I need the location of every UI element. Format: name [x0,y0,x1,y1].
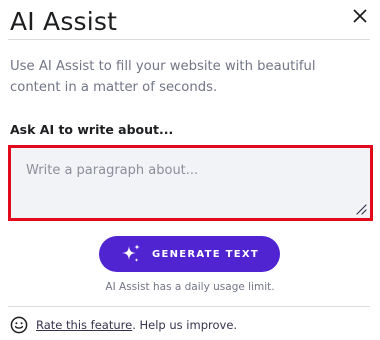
header-divider [8,39,370,40]
panel-description: Use AI Assist to fill your website with … [10,59,316,95]
sparkles-icon [121,244,140,262]
prompt-field-wrapper [8,145,373,221]
resize-handle-icon[interactable] [355,203,367,215]
close-icon [353,9,367,23]
feedback-row: Rate this feature. Help us improve. [10,316,237,334]
generate-button-label: GENERATE TEXT [151,248,260,260]
panel-title: AI Assist [10,7,118,36]
generate-text-button[interactable]: GENERATE TEXT [99,236,280,272]
close-button[interactable] [348,4,372,28]
prompt-label: Ask AI to write about... [10,122,174,137]
prompt-textarea[interactable] [11,148,370,218]
ai-assist-panel: AI Assist Use AI Assist to fill your web… [0,0,380,340]
footer-divider [8,306,370,307]
feedback-text: Rate this feature. Help us improve. [36,318,237,332]
usage-limit-note: AI Assist has a daily usage limit. [105,281,275,293]
feedback-suffix: . Help us improve. [132,318,238,332]
smiley-icon [10,316,28,334]
rate-feature-link[interactable]: Rate this feature [36,318,132,332]
